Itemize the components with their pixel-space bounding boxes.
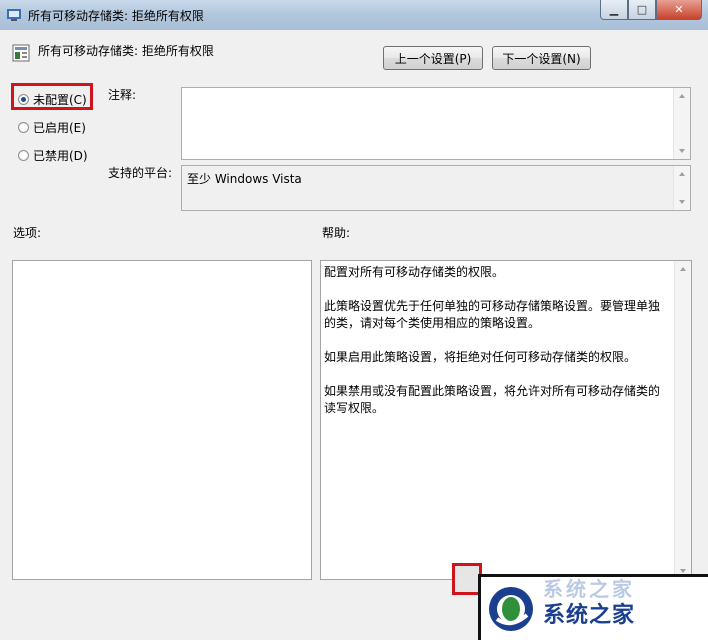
scroll-down-icon[interactable] — [680, 569, 686, 573]
platform-scrollbar[interactable] — [673, 166, 690, 210]
help-paragraph: 如果禁用或没有配置此策略设置，将允许对所有可移动存储类的读写权限。 — [324, 384, 661, 415]
site-watermark: 系统之家 系统之家 — [478, 574, 708, 640]
close-icon: ✕ — [674, 3, 684, 16]
policy-setting-icon — [12, 44, 30, 62]
options-label: 选项: — [13, 226, 42, 240]
previous-setting-button[interactable]: 上一个设置(P) — [383, 46, 483, 70]
maximize-icon: □ — [636, 3, 648, 16]
window-title: 所有可移动存储类: 拒绝所有权限 — [28, 9, 204, 23]
radio-label-enabled: 已启用(E) — [33, 121, 86, 135]
radio-label-not-configured: 未配置(C) — [33, 93, 87, 107]
help-paragraph: 如果启用此策略设置，将拒绝对任何可移动存储类的权限。 — [324, 350, 637, 364]
options-panel — [12, 260, 312, 580]
help-paragraph: 此策略设置优先于任何单独的可移动存储策略设置。要管理单独的类，请对每个类使用相应… — [324, 299, 661, 330]
minimize-icon: ▁ — [609, 3, 619, 16]
radio-disabled[interactable]: 已禁用(D) — [18, 147, 88, 164]
scroll-down-icon[interactable] — [679, 200, 685, 204]
help-label: 帮助: — [322, 226, 351, 240]
help-text: 配置对所有可移动存储类的权限。 此策略设置优先于任何单独的可移动存储策略设置。要… — [324, 264, 669, 434]
policy-dialog: 所有可移动存储类: 拒绝所有权限 上一个设置(P) 下一个设置(N) 未配置(C… — [0, 30, 708, 640]
comment-textarea[interactable] — [181, 87, 691, 160]
platform-field: 至少 Windows Vista — [181, 165, 691, 211]
maximize-button[interactable]: □ — [628, 0, 656, 20]
comment-scrollbar[interactable] — [673, 88, 690, 159]
help-paragraph: 配置对所有可移动存储类的权限。 — [324, 265, 505, 279]
title-bar[interactable]: 所有可移动存储类: 拒绝所有权限 ▁ □ ✕ — [0, 0, 708, 30]
radio-button[interactable] — [18, 122, 29, 133]
setting-title: 所有可移动存储类: 拒绝所有权限 — [38, 44, 214, 58]
scroll-up-icon[interactable] — [679, 172, 685, 176]
radio-enabled[interactable]: 已启用(E) — [18, 119, 86, 136]
scroll-up-icon[interactable] — [679, 94, 685, 98]
radio-button[interactable] — [18, 150, 29, 161]
minimize-button[interactable]: ▁ — [600, 0, 628, 20]
radio-button-checked[interactable] — [18, 94, 29, 105]
radio-not-configured[interactable]: 未配置(C) — [18, 91, 87, 108]
platform-label: 支持的平台: — [108, 166, 173, 180]
window-controls: ▁ □ ✕ — [600, 0, 702, 20]
watermark-logo-icon — [489, 587, 533, 631]
scroll-down-icon[interactable] — [679, 149, 685, 153]
comment-label: 注释: — [108, 88, 137, 102]
watermark-text: 系统之家 — [543, 603, 636, 628]
help-scrollbar[interactable] — [674, 261, 691, 579]
close-button[interactable]: ✕ — [656, 0, 702, 20]
next-setting-button[interactable]: 下一个设置(N) — [492, 46, 591, 70]
platform-value: 至少 Windows Vista — [187, 172, 302, 186]
help-panel: 配置对所有可移动存储类的权限。 此策略设置优先于任何单独的可移动存储策略设置。要… — [320, 260, 692, 580]
scroll-up-icon[interactable] — [680, 267, 686, 271]
radio-label-disabled: 已禁用(D) — [33, 149, 88, 163]
policy-app-icon — [7, 9, 21, 21]
